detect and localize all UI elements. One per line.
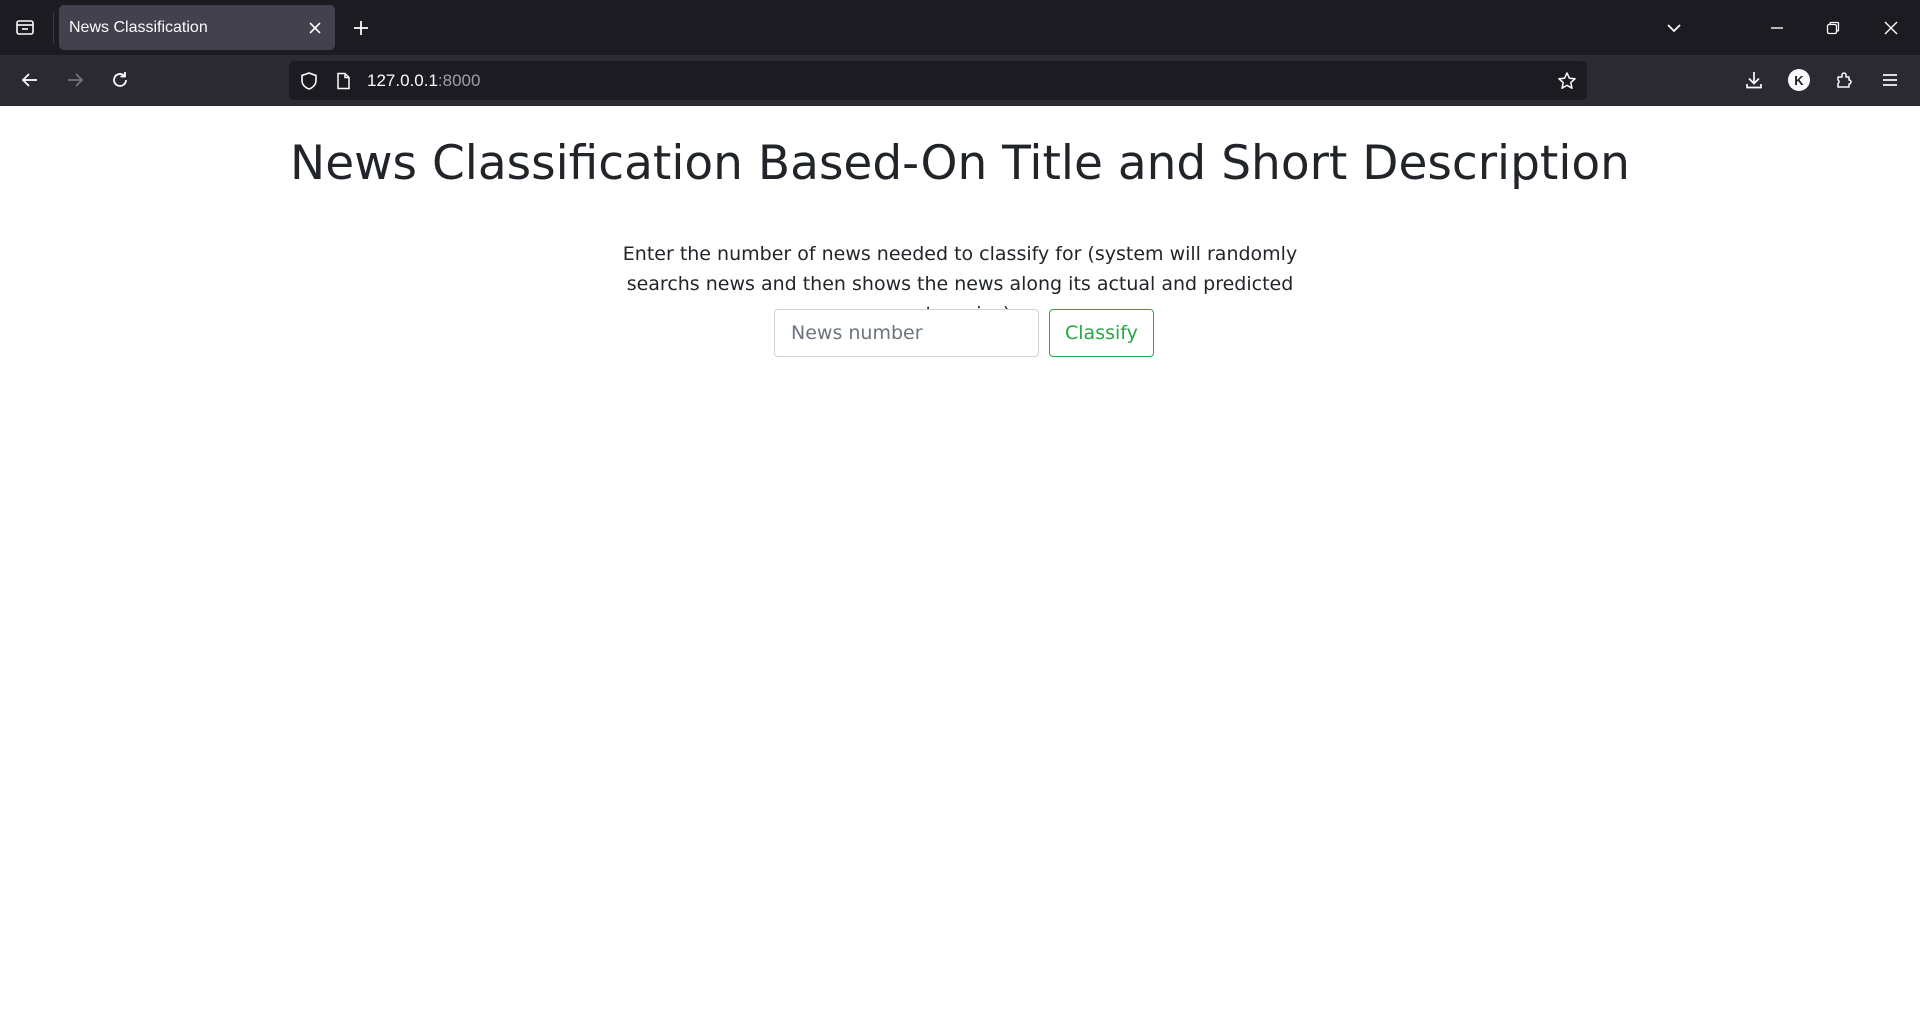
site-info-button[interactable]: [331, 69, 355, 93]
classify-form: Classify: [774, 309, 1154, 357]
forward-button[interactable]: [57, 62, 93, 98]
restore-button[interactable]: [1813, 8, 1853, 48]
reload-icon: [113, 72, 127, 87]
news-number-input[interactable]: [774, 309, 1039, 357]
close-window-icon: [1884, 21, 1898, 35]
tab-title: News Classification: [69, 19, 208, 36]
download-icon: [1746, 72, 1762, 89]
shield-icon: [301, 72, 317, 90]
hamburger-menu-icon: [1883, 74, 1897, 86]
page-content: News Classification Based-On Title and S…: [0, 106, 1920, 1020]
tracking-protection-button[interactable]: [297, 69, 321, 93]
close-window-button[interactable]: [1871, 8, 1911, 48]
url-host: 127.0.0.1: [367, 71, 438, 90]
tab-list-icon: [16, 20, 34, 35]
restore-icon: [1826, 21, 1840, 35]
avatar: K: [1788, 69, 1810, 91]
star-icon: [1558, 72, 1576, 89]
downloads-button[interactable]: [1736, 62, 1772, 98]
tab-strip: News Classification: [0, 0, 1920, 55]
puzzle-icon: [1837, 72, 1852, 88]
bookmark-button[interactable]: [1555, 69, 1579, 93]
account-button[interactable]: K: [1781, 62, 1817, 98]
url-bar[interactable]: 127.0.0.1:8000: [289, 61, 1587, 100]
arrow-left-icon: [21, 73, 37, 87]
app-menu-button[interactable]: [1872, 62, 1908, 98]
reload-button[interactable]: [102, 62, 138, 98]
plus-icon: [354, 21, 368, 35]
classify-button[interactable]: Classify: [1049, 309, 1154, 357]
arrow-right-icon: [68, 73, 84, 87]
new-tab-button[interactable]: [344, 11, 378, 45]
url-text[interactable]: 127.0.0.1:8000: [367, 61, 480, 100]
list-all-tabs-button[interactable]: [1654, 8, 1694, 48]
page-icon: [337, 72, 350, 90]
page-title: News Classification Based-On Title and S…: [290, 136, 1630, 191]
chevron-down-icon: [1667, 24, 1681, 33]
minimize-icon: [1771, 27, 1783, 29]
url-port: :8000: [437, 71, 481, 90]
active-tab[interactable]: News Classification: [59, 5, 335, 50]
tab-close-button[interactable]: [301, 14, 329, 42]
extensions-button[interactable]: [1827, 62, 1863, 98]
close-icon: [309, 22, 321, 34]
tab-divider: [53, 12, 54, 44]
minimize-button[interactable]: [1757, 8, 1797, 48]
browser-window: News Classification 127.0.0.1:8000 K New…: [0, 0, 1920, 1020]
navigation-toolbar: 127.0.0.1:8000 K: [0, 55, 1920, 106]
firefox-view-button[interactable]: [8, 10, 42, 44]
back-button[interactable]: [12, 62, 48, 98]
